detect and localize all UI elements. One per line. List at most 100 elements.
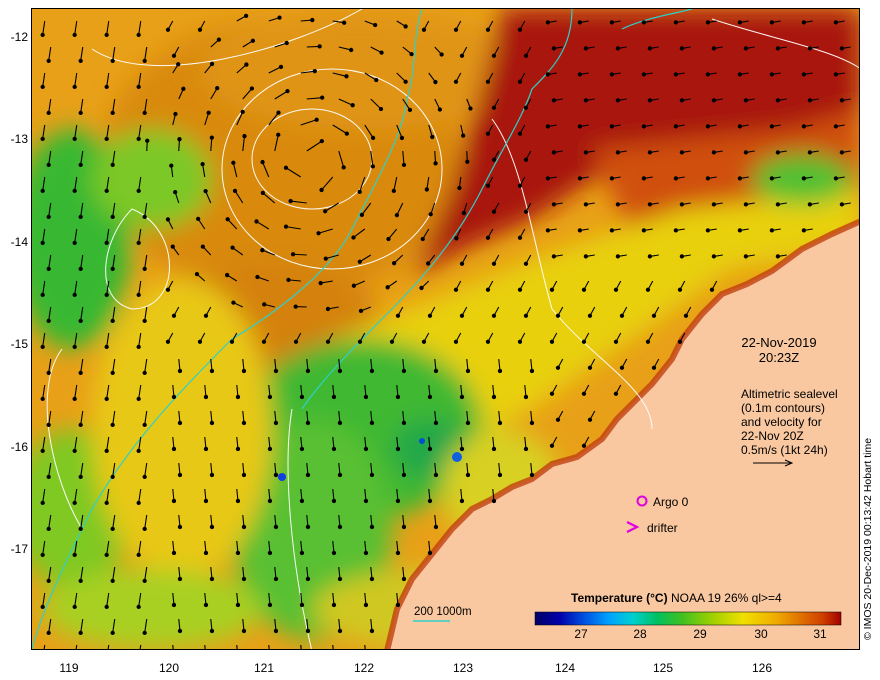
velocity-arrow-head	[142, 58, 147, 63]
velocity-arrow-head	[40, 84, 45, 89]
velocity-arrow-head	[775, 202, 781, 207]
velocity-arrow-head	[285, 88, 290, 94]
lat-tick: -17	[10, 542, 28, 556]
velocity-arrow-head	[72, 500, 77, 505]
velocity-arrow-head	[615, 98, 621, 103]
velocity-arrow-head	[209, 524, 215, 530]
velocity-arrow-head	[40, 240, 45, 245]
velocity-arrow-head	[775, 254, 781, 259]
velocity-arrow-head	[673, 228, 679, 233]
velocity-arrow-head	[775, 46, 781, 51]
velocity-arrow-head	[104, 552, 109, 557]
velocity-arrow-head	[491, 261, 497, 266]
velocity-arrow-head	[615, 150, 621, 155]
velocity-arrow-head	[401, 576, 407, 582]
velocity-arrow-head	[170, 244, 175, 249]
legend-line: and velocity for	[741, 415, 822, 429]
velocity-arrow-head	[651, 365, 657, 370]
velocity-arrow-head	[110, 578, 115, 583]
velocity-arrow-head	[249, 86, 255, 91]
velocity-arrow-head	[46, 526, 51, 531]
velocity-arrow-head	[401, 420, 407, 426]
velocity-arrow-head	[459, 313, 465, 318]
velocity-arrow-head	[401, 524, 407, 530]
velocity-arrow-head	[216, 37, 222, 42]
velocity-arrow-head	[241, 524, 247, 530]
velocity-arrow-head	[314, 117, 319, 122]
velocity-arrow-head	[453, 79, 459, 84]
velocity-arrow-head	[428, 212, 433, 217]
velocity-arrow-head	[78, 58, 83, 63]
colorbar-title-main: Temperature (°C)	[571, 591, 668, 605]
velocity-arrow-head	[305, 576, 311, 582]
velocity-arrow-head	[142, 214, 147, 219]
velocity-arrow-head	[549, 287, 555, 292]
velocity-arrow-head	[459, 394, 465, 400]
velocity-arrow-head	[209, 420, 215, 426]
time-label: 20:23Z	[758, 350, 800, 365]
velocity-arrow-head	[743, 46, 749, 51]
velocity-arrow-head	[255, 274, 260, 280]
velocity-arrow-head	[555, 417, 561, 422]
velocity-arrow-head	[427, 498, 433, 504]
velocity-arrow-head	[491, 53, 497, 58]
velocity-arrow-head	[801, 176, 807, 181]
velocity-arrow-head	[305, 420, 311, 426]
velocity-arrow-head	[203, 446, 209, 452]
velocity-arrow-head	[235, 498, 241, 504]
velocity-arrow-head	[350, 103, 355, 108]
velocity-arrow-head	[241, 368, 247, 374]
velocity-arrow-head	[363, 550, 369, 556]
velocity-arrow-head	[290, 252, 296, 257]
velocity-arrow-head	[241, 420, 247, 426]
velocity-arrow-head	[78, 474, 83, 479]
velocity-arrow-head	[235, 446, 241, 452]
velocity-arrow-head	[196, 216, 201, 222]
velocity-arrow-head	[679, 150, 685, 155]
velocity-arrow-head	[615, 46, 621, 51]
velocity-arrow-head	[426, 261, 431, 266]
velocity-arrow-head	[200, 161, 205, 167]
velocity-arrow-head	[459, 446, 465, 452]
velocity-arrow-head	[363, 498, 369, 504]
velocity-arrow-head	[523, 209, 529, 214]
velocity-arrow-head	[40, 604, 45, 609]
date-label: 22-Nov-2019	[741, 335, 817, 350]
velocity-arrow-head	[273, 368, 279, 374]
velocity-arrow-head	[645, 339, 651, 344]
velocity-arrow-head	[679, 254, 685, 259]
velocity-arrow-head	[529, 368, 535, 374]
velocity-arrow-head	[317, 44, 322, 49]
velocity-arrow-head	[647, 150, 653, 155]
velocity-arrow-head	[673, 176, 679, 181]
velocity-arrow-head	[142, 578, 147, 583]
velocity-arrow-head	[577, 176, 583, 181]
velocity-arrow-head	[110, 526, 115, 531]
velocity-arrow-head	[171, 602, 177, 608]
velocity-arrow-head	[491, 394, 497, 400]
lat-tick: -13	[10, 132, 28, 146]
velocity-arrow-head	[395, 446, 401, 452]
velocity-arrow-head	[46, 474, 51, 479]
velocity-arrow-head	[833, 72, 839, 77]
velocity-arrow-head	[545, 176, 551, 181]
velocity-arrow-head	[439, 52, 444, 57]
velocity-arrow-head	[433, 472, 439, 478]
velocity-arrow-head	[110, 474, 115, 479]
velocity-arrow-head	[711, 202, 717, 207]
velocity-arrow-head	[351, 235, 356, 240]
velocity-arrow-head	[110, 214, 115, 219]
velocity-arrow-head	[110, 630, 115, 635]
velocity-arrow-head	[769, 228, 775, 233]
velocity-arrow-head	[46, 630, 51, 635]
velocity-arrow-head	[72, 84, 77, 89]
velocity-arrow-head	[529, 420, 535, 426]
velocity-arrow-head	[319, 187, 324, 193]
velocity-arrow-head	[651, 313, 657, 318]
velocity-arrow-head	[72, 292, 77, 297]
velocity-arrow-head	[743, 254, 749, 259]
velocity-arrow-head	[267, 550, 273, 556]
velocity-arrow-head	[391, 188, 396, 194]
velocity-arrow-head	[743, 98, 749, 103]
velocity-arrow-head	[254, 219, 259, 224]
